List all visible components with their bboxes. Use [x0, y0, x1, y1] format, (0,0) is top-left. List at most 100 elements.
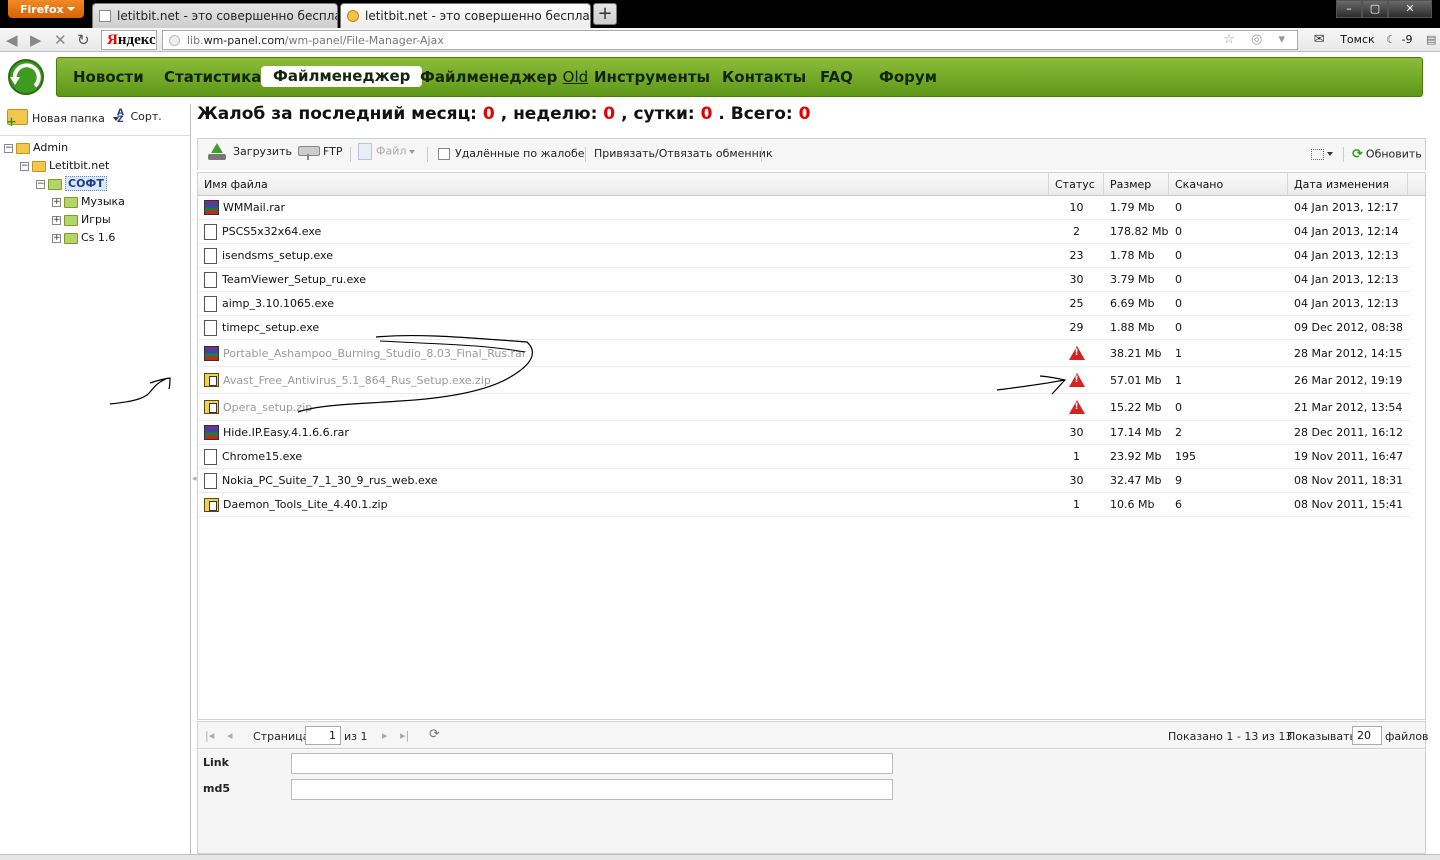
file-name-cell[interactable]: timepc_setup.exe — [204, 316, 319, 339]
tree-node-soft[interactable]: − СОФТ — [36, 176, 107, 193]
yandex-search-logo[interactable]: Яндекс — [101, 30, 157, 50]
file-name-cell[interactable]: WMMail.rar — [204, 196, 285, 219]
shown-count: Показано 1 - 13 из 13 — [1168, 730, 1293, 743]
back-icon[interactable]: ◀ — [6, 31, 18, 49]
per-page-input[interactable]: 20 — [1352, 726, 1382, 745]
nav-news[interactable]: Новости — [73, 68, 144, 86]
file-name-cell[interactable]: Portable_Ashampoo_Burning_Studio_8.03_Fi… — [204, 340, 526, 366]
nav-file-manager[interactable]: Файлменеджер — [261, 66, 423, 87]
maximize-icon[interactable]: ▢ — [1362, 0, 1388, 18]
expand-icon[interactable]: + — [52, 233, 61, 243]
file-name-cell[interactable]: aimp_3.10.1065.exe — [204, 292, 334, 315]
file-name-cell[interactable]: Chrome15.exe — [204, 445, 302, 468]
file-name-cell[interactable]: Opera_setup.zip — [204, 394, 312, 420]
file-row[interactable]: Portable_Ashampoo_Burning_Studio_8.03_Fi… — [198, 340, 1410, 367]
collapse-icon[interactable]: − — [20, 161, 29, 171]
nav-contacts[interactable]: Контакты — [722, 68, 806, 86]
moon-icon: ☾ — [1386, 33, 1397, 46]
nav-tools[interactable]: Инструменты — [594, 68, 710, 86]
status-cell: 1 — [1073, 450, 1080, 463]
browser-tab[interactable]: letitbit.net - это совершенно бесплат... — [92, 3, 338, 28]
tree-node-music[interactable]: + Музыка — [52, 194, 125, 211]
file-name-cell[interactable]: Daemon_Tools_Lite_4.40.1.zip — [204, 493, 388, 516]
file-name: Hide.IP.Easy.4.1.6.6.rar — [223, 426, 349, 439]
link-field[interactable] — [291, 753, 893, 774]
nav-forum[interactable]: Форум — [879, 68, 937, 86]
firefox-menu-button[interactable]: Firefox — [8, 0, 84, 18]
minimize-icon[interactable]: – — [1336, 0, 1362, 18]
sidebar-collapse-handle[interactable]: ◂ — [192, 474, 197, 488]
ftp-button[interactable]: FTP — [296, 143, 343, 161]
next-page-icon[interactable]: ▸ — [382, 729, 388, 742]
file-name-cell[interactable]: Hide.IP.Easy.4.1.6.6.rar — [204, 421, 349, 444]
column-header-status[interactable]: Статус — [1049, 173, 1104, 196]
file-name-cell[interactable]: isendsms_setup.exe — [204, 244, 333, 267]
tree-node-admin[interactable]: − Admin — [4, 140, 68, 157]
bookmark-star-icon[interactable]: ☆ ◎ ▾ — [1223, 32, 1291, 47]
file-row[interactable]: WMMail.rar 10 1.79 Mb 0 04 Jan 2013, 12:17 — [198, 196, 1410, 220]
file-name-cell[interactable]: TeamViewer_Setup_ru.exe — [204, 268, 366, 291]
file-row[interactable]: Chrome15.exe 1 23.92 Mb 195 19 Nov 2011, 16:… — [198, 445, 1410, 469]
columns-menu-button[interactable] — [1311, 147, 1333, 160]
column-header-modified[interactable]: Дата изменения — [1288, 173, 1408, 196]
md5-field[interactable] — [291, 779, 893, 800]
address-bar[interactable]: lib.wm-panel.com/wm-panel/File-Manager-A… — [162, 30, 1298, 50]
file-row[interactable]: Opera_setup.zip 15.22 Mb 0 21 Mar 2012, 13:… — [198, 394, 1410, 421]
column-header-downloads[interactable]: Скачано — [1169, 173, 1288, 196]
file-row[interactable]: TeamViewer_Setup_ru.exe 30 3.79 Mb 0 04 Jan … — [198, 268, 1410, 292]
nav-faq[interactable]: FAQ — [820, 68, 853, 86]
tree-node-letitbit[interactable]: − Letitbit.net — [20, 158, 109, 175]
refresh-button[interactable]: ⟳ Обновить — [1352, 147, 1422, 162]
file-row[interactable]: isendsms_setup.exe 23 1.78 Mb 0 04 Jan 2013,… — [198, 244, 1410, 268]
reload-icon[interactable]: ↻ — [77, 31, 90, 49]
bind-exchanger-button[interactable]: Привязать/Отвязать обменник — [594, 147, 773, 160]
column-header-size[interactable]: Размер — [1104, 173, 1169, 196]
mail-icon[interactable]: ✉ — [1314, 32, 1325, 47]
tree-node-games[interactable]: + Игры — [52, 212, 111, 229]
nav-file-manager-old[interactable]: Файлменеджер Old — [420, 68, 588, 86]
reload-icon[interactable]: ⟳ — [429, 727, 440, 742]
file-row[interactable]: aimp_3.10.1065.exe 25 6.69 Mb 0 04 Jan 2013,… — [198, 292, 1410, 316]
deleted-by-complaint-toggle[interactable]: Удалённые по жалобе — [438, 147, 585, 160]
last-page-icon[interactable]: ▸| — [400, 729, 409, 742]
file-row[interactable]: PSCS5x32x64.exe 2 178.82 Mb 0 04 Jan 2013, 1… — [198, 220, 1410, 244]
expand-icon[interactable]: + — [52, 197, 61, 207]
file-row[interactable]: Nokia_PC_Suite_7_1_30_9_rus_web.exe 30 32.… — [198, 469, 1410, 493]
collapse-icon[interactable]: − — [36, 179, 45, 189]
menu-icon[interactable]: ▤ — [1426, 33, 1440, 46]
size-cell: 3.79 Mb — [1110, 273, 1155, 286]
file-name-cell[interactable]: PSCS5x32x64.exe — [204, 220, 321, 243]
browser-tab-active[interactable]: letitbit.net - это совершенно бесплат... — [340, 3, 591, 28]
first-page-icon[interactable]: |◂ — [205, 729, 214, 742]
column-header-name[interactable]: Имя файла — [198, 173, 1049, 196]
file-row[interactable]: Avast_Free_Antivirus_5.1_864_Rus_Setup.e… — [198, 367, 1410, 394]
page-input[interactable]: 1 — [305, 726, 341, 745]
upload-button[interactable]: Загрузить — [205, 143, 292, 161]
nav-statistics[interactable]: Статистика — [164, 68, 261, 86]
forward-icon[interactable]: ▶ — [30, 31, 42, 49]
file-row[interactable]: Daemon_Tools_Lite_4.40.1.zip 1 10.6 Mb 6 08 … — [198, 493, 1410, 517]
file-name-cell[interactable]: Nokia_PC_Suite_7_1_30_9_rus_web.exe — [204, 469, 438, 492]
weather-city: Томск — [1340, 33, 1375, 46]
complaints-day-label: , сутки: — [621, 104, 695, 124]
file-menu-button[interactable]: Файл — [358, 143, 416, 160]
collapse-icon[interactable]: − — [4, 143, 13, 153]
file-row[interactable]: timepc_setup.exe 29 1.88 Mb 0 09 Dec 2012, 0… — [198, 316, 1410, 340]
file-name-cell[interactable]: Avast_Free_Antivirus_5.1_864_Rus_Setup.e… — [204, 367, 491, 393]
zip-file-icon — [204, 497, 219, 512]
grid-pager: |◂ ◂ Страница 1 из 1 ▸ ▸| ⟳ Показано 1 -… — [197, 721, 1429, 749]
close-icon[interactable]: ✕ — [1388, 0, 1432, 18]
stop-icon[interactable]: ✕ — [54, 31, 67, 49]
new-tab-button[interactable]: + — [593, 3, 617, 25]
size-cell: 1.88 Mb — [1110, 321, 1155, 334]
prev-page-icon[interactable]: ◂ — [227, 729, 233, 742]
expand-icon[interactable]: + — [52, 215, 61, 225]
checkbox[interactable] — [438, 148, 450, 160]
file-name: Avast_Free_Antivirus_5.1_864_Rus_Setup.e… — [223, 373, 491, 387]
page-of-label: из 1 — [344, 730, 368, 743]
new-folder-button[interactable]: Новая папка — [6, 109, 120, 130]
tree-node-cs16[interactable]: + Cs 1.6 — [52, 230, 115, 247]
sort-button[interactable]: AZ Сорт. — [117, 109, 162, 125]
file-row[interactable]: Hide.IP.Easy.4.1.6.6.rar 30 17.14 Mb 2 28 De… — [198, 421, 1410, 445]
site-logo[interactable] — [6, 58, 46, 96]
